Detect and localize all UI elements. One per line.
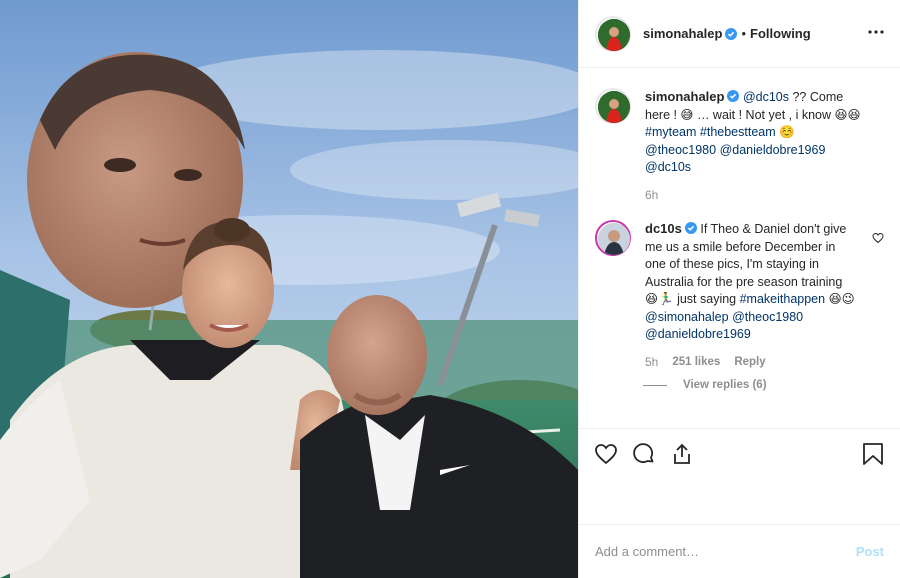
comment-icon[interactable] <box>631 441 657 467</box>
selfie-image <box>0 0 578 578</box>
caption-avatar[interactable] <box>595 88 631 124</box>
post-photo[interactable] <box>0 0 578 578</box>
heart-icon[interactable] <box>593 441 619 467</box>
comment-text: dc10s If Theo & Daniel don't give me us … <box>645 220 855 371</box>
mention-link[interactable]: @theoc1980 <box>645 143 716 157</box>
caption-meta: 6h <box>645 187 867 205</box>
mention-link[interactable]: @dc10s <box>743 90 789 104</box>
bookmark-icon[interactable] <box>860 441 886 467</box>
caption-timestamp[interactable]: 6h <box>645 187 658 205</box>
comment-meta: 5h 251 likes Reply <box>645 354 855 372</box>
hashtag-link[interactable]: #makeithappen <box>740 292 825 306</box>
avatar-image <box>598 18 630 51</box>
comment-timestamp[interactable]: 5h <box>645 354 658 372</box>
verified-badge-icon <box>684 222 697 234</box>
hashtag-link[interactable]: #myteam <box>645 125 696 139</box>
post-header: simonahalep • Following <box>579 0 900 68</box>
instagram-post: simonahalep • Following simonahalep @dc1… <box>0 0 900 578</box>
separator-dot: • <box>741 26 747 41</box>
comment-body: 😆😉 <box>825 292 855 306</box>
share-icon[interactable] <box>669 441 695 467</box>
author-username[interactable]: simonahalep <box>643 26 722 41</box>
avatar-image <box>598 91 630 123</box>
likes-area <box>579 478 900 524</box>
more-options-icon[interactable] <box>866 22 886 42</box>
reply-button[interactable]: Reply <box>734 354 765 372</box>
add-comment-bar: Post <box>579 524 900 578</box>
verified-badge-icon <box>725 27 738 40</box>
following-button[interactable]: Following <box>750 26 811 41</box>
hashtag-link[interactable]: #thebestteam <box>700 125 776 139</box>
mention-link[interactable]: @theoc1980 <box>732 310 803 324</box>
comment-username[interactable]: dc10s <box>645 221 682 236</box>
post-side-panel: simonahalep • Following simonahalep @dc1… <box>578 0 900 578</box>
header-user-info: simonahalep • Following <box>643 26 811 41</box>
add-comment-input[interactable] <box>595 544 856 559</box>
comment-like-heart-icon[interactable] <box>872 232 884 244</box>
post-comment-button[interactable]: Post <box>856 544 884 559</box>
caption-text: simonahalep @dc10s ?? Come here ! 😅 … wa… <box>645 88 867 204</box>
mention-link[interactable]: @danieldobre1969 <box>645 327 751 341</box>
verified-badge-icon <box>727 90 740 102</box>
caption-body: ☺️ <box>775 125 795 139</box>
view-replies-button[interactable]: View replies (6) <box>643 379 884 391</box>
caption-comment: simonahalep @dc10s ?? Come here ! 😅 … wa… <box>595 88 884 204</box>
mention-link[interactable]: @simonahalep <box>645 310 729 324</box>
mention-link[interactable]: @dc10s <box>645 160 691 174</box>
author-avatar[interactable] <box>595 15 631 52</box>
replies-divider-line <box>643 384 667 386</box>
caption-username[interactable]: simonahalep <box>645 89 724 104</box>
avatar-image <box>598 223 630 255</box>
comment-item: dc10s If Theo & Daniel don't give me us … <box>595 220 884 371</box>
view-replies-label: View replies (6) <box>683 379 767 391</box>
comments-list[interactable]: simonahalep @dc10s ?? Come here ! 😅 … wa… <box>579 68 900 428</box>
commenter-avatar[interactable] <box>595 220 631 256</box>
post-actions-bar <box>579 428 900 478</box>
comment-likes[interactable]: 251 likes <box>672 354 720 372</box>
mention-link[interactable]: @danieldobre1969 <box>720 143 826 157</box>
